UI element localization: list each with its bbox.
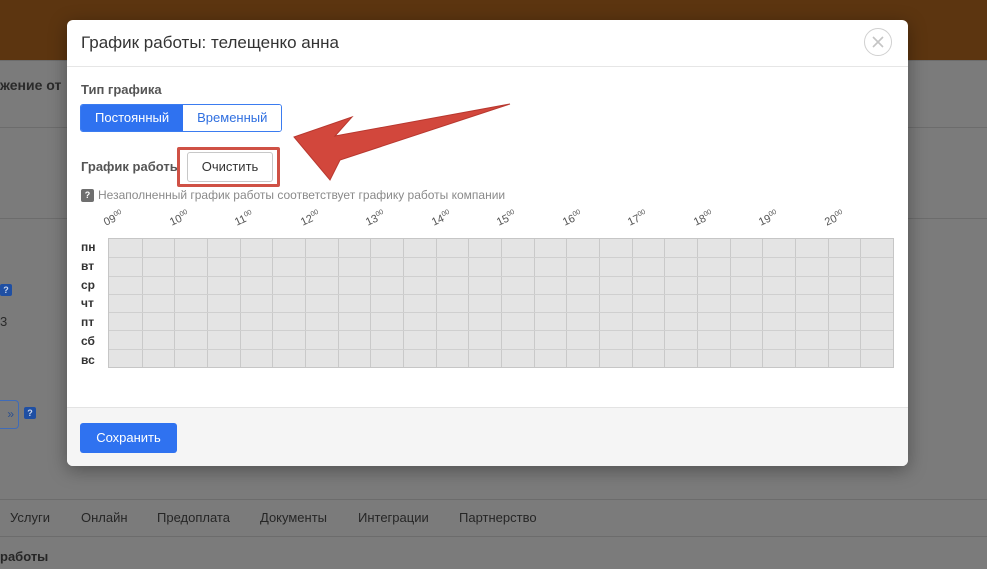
tab-services[interactable]: Услуги	[10, 510, 50, 525]
day-label: пн	[81, 240, 96, 254]
tab-integrations[interactable]: Интеграции	[358, 510, 429, 525]
question-icon: ?	[81, 188, 94, 202]
modal-header: График работы: телещенко анна	[67, 20, 908, 67]
tab-online[interactable]: Онлайн	[81, 510, 128, 525]
save-button[interactable]: Сохранить	[80, 423, 177, 453]
hour-label: 1600	[560, 208, 582, 229]
grid-row-line	[109, 275, 893, 277]
day-label: ср	[81, 277, 96, 292]
day-label: вт	[81, 258, 95, 273]
tab-partnership[interactable]: Партнерство	[459, 510, 537, 525]
modal-footer: Сохранить	[67, 407, 908, 466]
grid-row-line	[109, 348, 893, 350]
schedule-type-label: Тип графика	[81, 82, 162, 97]
day-label: чт	[81, 296, 94, 311]
background-input[interactable]: »	[0, 400, 19, 429]
hour-label: 1700	[625, 208, 647, 229]
grid-row-line	[109, 293, 893, 295]
hour-label: 2000	[822, 208, 844, 229]
grid-row-line	[109, 312, 893, 314]
highlight-box	[177, 147, 280, 187]
schedule-type-temporary[interactable]: Временный	[183, 105, 282, 131]
help-icon[interactable]: ?	[0, 284, 12, 296]
modal-title: График работы: телещенко анна	[81, 33, 339, 52]
schedule-grid[interactable]	[108, 238, 894, 368]
day-label: сб	[81, 334, 95, 348]
schedule-type-permanent[interactable]: Постоянный	[81, 105, 184, 131]
hour-label: 1900	[756, 208, 778, 229]
day-label: пт	[81, 315, 95, 330]
hour-label: 1000	[167, 208, 189, 229]
grid-row-line	[109, 330, 893, 332]
background-section-label: работы	[0, 549, 49, 564]
hour-label: 1500	[494, 208, 516, 229]
hour-label: 0900	[101, 208, 123, 229]
close-button[interactable]	[864, 28, 892, 56]
hour-label: 1100	[232, 209, 254, 229]
schedule-modal: График работы: телещенко анна Тип график…	[67, 20, 908, 466]
tab-prepayment[interactable]: Предоплата	[157, 510, 230, 525]
background-value: 3	[0, 314, 8, 329]
background-title: жение от	[0, 77, 62, 93]
hour-label: 1800	[691, 208, 713, 229]
work-schedule-label: График работы	[81, 159, 181, 174]
tab-documents[interactable]: Документы	[260, 510, 327, 525]
hour-label: 1200	[298, 208, 320, 229]
hour-label: 1400	[429, 208, 451, 229]
hint: ? Незаполненный график работы соответств…	[81, 188, 505, 202]
close-icon	[872, 36, 884, 48]
day-label: вс	[81, 352, 95, 367]
grid-row-line	[109, 257, 893, 259]
hint-text: Незаполненный график работы соответствуе…	[98, 188, 506, 202]
help-icon[interactable]: ?	[24, 407, 36, 419]
schedule-type-toggle: Постоянный Временный	[80, 104, 283, 132]
hour-label: 1300	[363, 208, 385, 229]
